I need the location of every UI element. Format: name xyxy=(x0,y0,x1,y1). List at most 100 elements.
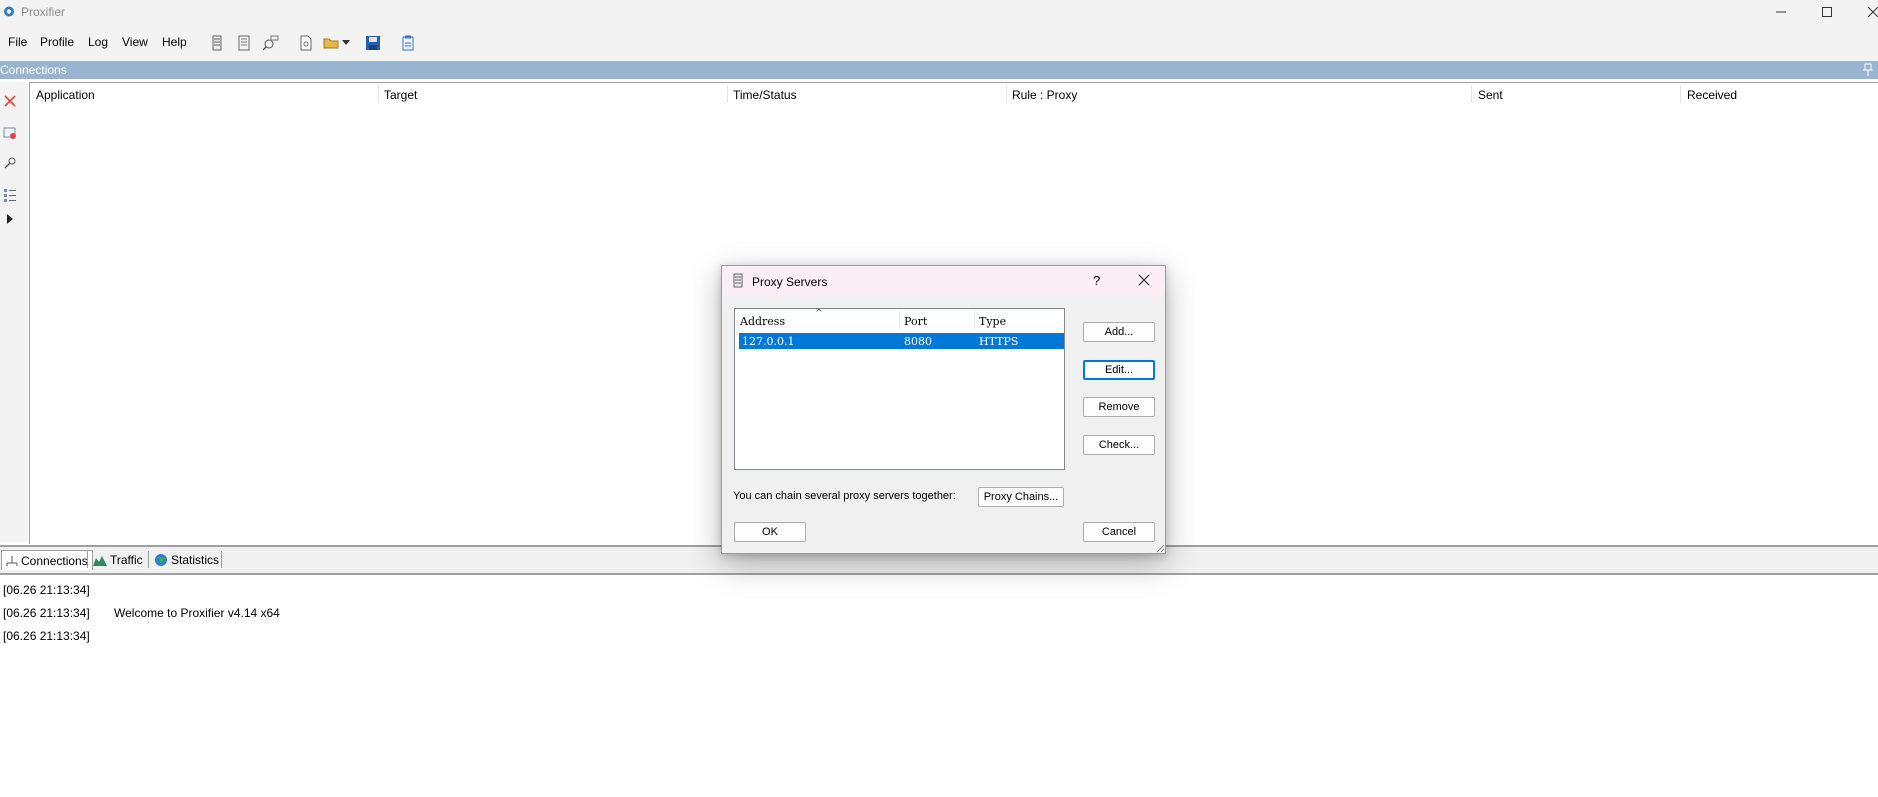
dialog-close-icon[interactable] xyxy=(1136,272,1152,288)
column-divider[interactable] xyxy=(378,85,379,103)
rules-list-icon xyxy=(238,35,250,51)
menu-toolbar: File Profile Log View Help xyxy=(0,24,1878,61)
check-button[interactable]: Check... xyxy=(1083,435,1155,455)
menu-view[interactable]: View xyxy=(122,35,148,49)
tab-divider xyxy=(87,551,88,568)
proxifier-app-icon xyxy=(4,6,14,17)
server-icon xyxy=(212,35,222,51)
tab-label: Statistics xyxy=(171,553,220,567)
server-icon xyxy=(733,273,743,288)
column-target[interactable]: Target xyxy=(384,88,417,102)
proxy-list-header: Address ^ Port Type xyxy=(735,309,1064,331)
close-button[interactable] xyxy=(1850,0,1878,24)
toolbar-new-profile[interactable] xyxy=(296,33,316,53)
detail-list-button[interactable] xyxy=(1,186,19,204)
ok-button[interactable]: OK xyxy=(734,522,806,542)
proxy-address: 127.0.0.1 xyxy=(742,335,795,348)
dialog-title-bar[interactable]: Proxy Servers ? xyxy=(722,266,1165,296)
window-close-icon xyxy=(3,127,16,139)
tab-label: Traffic xyxy=(110,553,143,567)
tab-divider xyxy=(148,551,149,568)
column-divider[interactable] xyxy=(727,85,728,103)
tab-statistics[interactable]: Statistics xyxy=(150,550,223,570)
log-timestamp: [06.26 21:13:34] xyxy=(3,606,90,620)
column-time-status[interactable]: Time/Status xyxy=(733,88,797,102)
proxy-servers-dialog: Proxy Servers ? Address ^ Port Type 127.… xyxy=(721,265,1166,554)
menu-profile[interactable]: Profile xyxy=(40,35,74,49)
toolbar-proxy-servers[interactable] xyxy=(207,33,227,53)
connections-panel-header: Connections xyxy=(0,61,1878,79)
column-type[interactable]: Type xyxy=(979,315,1006,328)
folder-open-icon xyxy=(323,38,339,49)
title-bar: Proxifier xyxy=(0,0,1878,24)
cancel-button[interactable]: Cancel xyxy=(1083,522,1155,542)
menu-log[interactable]: Log xyxy=(88,35,108,49)
add-button[interactable]: Add... xyxy=(1083,322,1155,342)
tab-divider xyxy=(221,551,222,568)
column-sent[interactable]: Sent xyxy=(1478,88,1503,102)
triangle-right-icon xyxy=(7,214,13,224)
log-message: Welcome to Proxifier v4.14 x64 xyxy=(114,606,280,620)
globe-icon xyxy=(155,554,167,566)
window-title: Proxifier xyxy=(21,5,66,19)
proxy-port: 8080 xyxy=(904,335,932,348)
toolbar-save-profile[interactable] xyxy=(363,33,383,53)
edit-button[interactable]: Edit... xyxy=(1083,360,1155,380)
search-key-icon xyxy=(4,157,16,169)
connections-panel-title: Connections xyxy=(0,63,67,77)
clipboard-icon xyxy=(402,35,414,51)
chain-hint-text: You can chain several proxy servers toge… xyxy=(733,490,956,502)
log-timestamp: [06.26 21:13:34] xyxy=(3,583,90,597)
toolbar-name-resolution[interactable] xyxy=(261,33,281,53)
dns-search-icon xyxy=(263,35,279,51)
toolbar-open-dropdown[interactable] xyxy=(340,33,352,53)
dropdown-arrow-icon xyxy=(342,40,350,45)
column-rule-proxy[interactable]: Rule : Proxy xyxy=(1012,88,1077,102)
tab-connections[interactable]: Connections xyxy=(1,550,93,570)
connections-side-toolbar xyxy=(0,82,28,542)
find-button[interactable] xyxy=(1,154,19,172)
column-divider[interactable] xyxy=(899,311,900,329)
traffic-chart-icon xyxy=(93,556,107,566)
red-x-icon xyxy=(4,95,16,107)
column-received[interactable]: Received xyxy=(1687,88,1737,102)
tab-traffic[interactable]: Traffic xyxy=(89,550,147,570)
column-application[interactable]: Application xyxy=(36,88,95,102)
column-address[interactable]: Address xyxy=(740,315,785,328)
tab-label: Connections xyxy=(21,553,88,568)
remove-button[interactable]: Remove xyxy=(1083,397,1155,417)
minimize-button[interactable] xyxy=(1758,0,1804,24)
toolbar-advanced[interactable] xyxy=(398,33,418,53)
network-icon xyxy=(6,555,18,566)
column-divider[interactable] xyxy=(1006,85,1007,103)
column-divider[interactable] xyxy=(974,311,975,329)
proxy-type: HTTPS xyxy=(979,335,1019,348)
column-divider[interactable] xyxy=(1471,85,1472,103)
log-timestamp: [06.26 21:13:34] xyxy=(3,629,90,643)
new-document-icon xyxy=(300,35,312,51)
dialog-title: Proxy Servers xyxy=(752,275,828,289)
close-connection-button[interactable] xyxy=(1,92,19,110)
list-details-icon xyxy=(4,189,16,202)
column-divider[interactable] xyxy=(1680,85,1681,103)
maximize-icon xyxy=(1822,7,1832,17)
pin-icon[interactable] xyxy=(1862,63,1874,77)
expand-toolbar-button[interactable] xyxy=(1,210,19,228)
proxy-row-selected[interactable]: 127.0.0.1 8080 HTTPS xyxy=(739,333,1064,349)
connections-table-header: Application Target Time/Status Rule : Pr… xyxy=(30,83,1878,105)
toolbar-open-profile[interactable] xyxy=(322,33,342,53)
toolbar-proxification-rules[interactable] xyxy=(234,33,254,53)
menu-help[interactable]: Help xyxy=(162,35,187,49)
minimize-icon xyxy=(1776,11,1786,13)
close-all-connections-button[interactable] xyxy=(1,124,19,142)
menu-file[interactable]: File xyxy=(8,35,27,49)
proxy-servers-list[interactable]: Address ^ Port Type 127.0.0.1 8080 HTTPS xyxy=(734,308,1065,470)
log-panel[interactable]: [06.26 21:13:34] [06.26 21:13:34] Welcom… xyxy=(0,577,1878,797)
maximize-button[interactable] xyxy=(1804,0,1850,24)
close-icon xyxy=(1868,7,1878,17)
column-port[interactable]: Port xyxy=(904,315,927,328)
resize-grip-icon[interactable] xyxy=(1155,543,1165,553)
save-disk-icon xyxy=(366,36,380,50)
proxy-chains-button[interactable]: Proxy Chains... xyxy=(978,487,1064,507)
dialog-help-button[interactable]: ? xyxy=(1093,273,1100,288)
